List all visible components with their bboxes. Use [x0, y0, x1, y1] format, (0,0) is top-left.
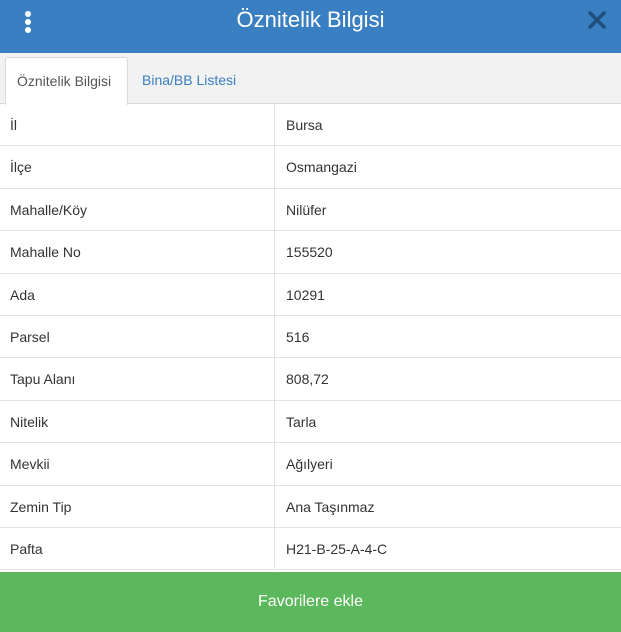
attribute-value: H21-B-25-A-4-C	[286, 540, 388, 557]
table-row: Mahalle/Köy Nilüfer	[0, 188, 621, 232]
attribute-key: Zemin Tip	[0, 485, 275, 527]
table-row: Mevkii Ağılyeri	[0, 443, 621, 486]
tab-building-list[interactable]: Bina/BB Listesi	[131, 57, 247, 104]
table-row: Zemin Tip Ana Taşınmaz	[0, 485, 621, 528]
attribute-key: Parsel	[0, 315, 275, 358]
attribute-value: Bursa	[286, 117, 323, 133]
attribute-value: 155520	[286, 244, 333, 261]
tab-attribute-info[interactable]: Öznitelik Bilgisi	[5, 57, 128, 105]
attribute-key: İl	[0, 104, 275, 146]
close-icon	[588, 11, 606, 29]
attribute-value: Nilüfer	[286, 201, 327, 218]
table-row: Tapu Alanı 808,72	[0, 358, 621, 401]
table-row: Ada 10291	[0, 273, 621, 316]
attribute-key: Pafta	[0, 527, 275, 570]
attribute-value: Ana Taşınmaz	[286, 498, 375, 515]
table-row: Mahalle No 155520	[0, 231, 621, 274]
attribute-key: Mahalle No	[0, 231, 275, 273]
attribute-table: İl Bursa İlçe Osmangazi Mahalle/Köy Nilü…	[0, 104, 621, 571]
attribute-value: Osmangazi	[286, 159, 357, 176]
close-button[interactable]	[585, 8, 609, 32]
header-bar: Öznitelik Bilgisi	[0, 0, 621, 53]
attribute-value: 808,72	[286, 371, 329, 388]
attribute-value: Ağılyeri	[286, 456, 333, 473]
table-row: Parsel 516	[0, 315, 621, 359]
attribute-key: İlçe	[0, 146, 275, 188]
attribute-key: Mahalle/Köy	[0, 188, 275, 231]
table-row: Pafta H21-B-25-A-4-C	[0, 527, 621, 571]
attribute-key: Tapu Alanı	[0, 358, 275, 400]
attribute-key: Mevkii	[0, 443, 275, 485]
table-row: İl Bursa	[0, 104, 621, 147]
attribute-key: Nitelik	[0, 400, 275, 443]
table-row: İlçe Osmangazi	[0, 146, 621, 189]
tab-bar: Öznitelik Bilgisi Bina/BB Listesi	[0, 53, 621, 105]
attribute-value: 516	[286, 328, 310, 345]
page-title: Öznitelik Bilgisi	[236, 7, 385, 32]
table-row: Nitelik Tarla	[0, 400, 621, 444]
attribute-value: 10291	[286, 286, 325, 303]
add-to-favorites-button[interactable]: Favorilere ekle	[0, 572, 621, 632]
attribute-key: Ada	[0, 273, 275, 315]
attribute-value: Tarla	[286, 413, 317, 430]
